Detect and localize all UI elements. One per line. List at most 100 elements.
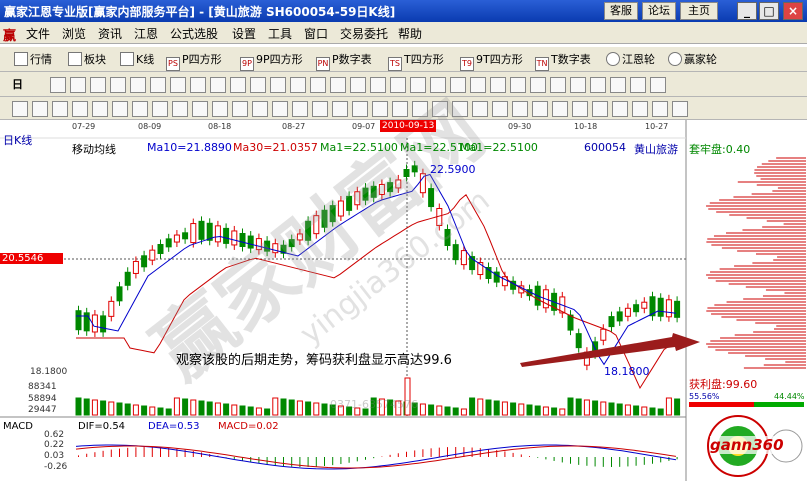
line-tool-icon[interactable] xyxy=(532,101,548,117)
tool-t-square[interactable]: TS T四方形 xyxy=(388,51,444,71)
t9-icon: T9 xyxy=(460,57,474,71)
drawing-tool-icon[interactable] xyxy=(350,77,366,93)
volume-bar xyxy=(239,405,246,416)
drawing-tool-icon[interactable] xyxy=(450,77,466,93)
drawing-tool-icon[interactable] xyxy=(290,77,306,93)
minimize-button[interactable]: _ xyxy=(737,2,757,20)
line-tool-icon[interactable] xyxy=(612,101,628,117)
maximize-button[interactable]: □ xyxy=(759,2,779,20)
drawing-tool-icon[interactable] xyxy=(210,77,226,93)
tool-9p-square[interactable]: 9P 9P四方形 xyxy=(240,51,303,71)
volume-bar xyxy=(493,400,500,416)
menu-help[interactable]: 帮助 xyxy=(398,25,422,42)
chart-area[interactable]: 赢家财富网 yingjia360.com 07-29 08-09 08-18 0… xyxy=(0,86,807,481)
line-tool-icon[interactable] xyxy=(552,101,568,117)
line-tool-icon[interactable] xyxy=(272,101,288,117)
line-tool-icon[interactable] xyxy=(92,101,108,117)
line-tool-icon[interactable] xyxy=(292,101,308,117)
line-tool-icon[interactable] xyxy=(512,101,528,117)
line-tool-icon[interactable] xyxy=(32,101,48,117)
drawing-tool-icon[interactable] xyxy=(150,77,166,93)
line-tool-icon[interactable] xyxy=(12,101,28,117)
drawing-tool-icon[interactable] xyxy=(530,77,546,93)
menu-gann[interactable]: 江恩 xyxy=(134,25,158,42)
drawing-tool-icon[interactable] xyxy=(130,77,146,93)
line-tool-icon[interactable] xyxy=(332,101,348,117)
tool-p-square[interactable]: PS P四方形 xyxy=(166,51,222,71)
tool-p-table[interactable]: PN P数字表 xyxy=(316,51,372,71)
tool-quotes[interactable]: 行情 xyxy=(14,51,52,68)
tool-t-table[interactable]: TN T数字表 xyxy=(535,51,591,71)
homepage-button[interactable]: 主页 xyxy=(680,2,718,20)
line-tool-icon[interactable] xyxy=(632,101,648,117)
drawing-tool-icon[interactable] xyxy=(250,77,266,93)
line-tool-icon[interactable] xyxy=(492,101,508,117)
line-tool-icon[interactable] xyxy=(312,101,328,117)
menu-file[interactable]: 文件 xyxy=(26,25,50,42)
line-tool-icon[interactable] xyxy=(172,101,188,117)
line-tool-icon[interactable] xyxy=(672,101,688,117)
volume-bar xyxy=(100,400,107,416)
tool-sector[interactable]: 板块 xyxy=(68,51,106,68)
tool-gann-wheel[interactable]: 江恩轮 xyxy=(606,51,655,68)
tool-kline[interactable]: K线 xyxy=(120,51,154,68)
line-tool-icon[interactable] xyxy=(52,101,68,117)
service-button[interactable]: 客服 xyxy=(604,2,638,20)
drawing-tool-icon[interactable] xyxy=(190,77,206,93)
line-tool-icon[interactable] xyxy=(592,101,608,117)
period-day-button[interactable]: 日 xyxy=(12,76,23,93)
drawing-tool-icon[interactable] xyxy=(630,77,646,93)
drawing-tool-icon[interactable] xyxy=(70,77,86,93)
drawing-tool-icon[interactable] xyxy=(90,77,106,93)
close-button[interactable]: × xyxy=(783,2,803,20)
drawing-tool-icon[interactable] xyxy=(610,77,626,93)
line-tool-icon[interactable] xyxy=(572,101,588,117)
line-tool-icon[interactable] xyxy=(132,101,148,117)
drawing-tool-icon[interactable] xyxy=(390,77,406,93)
line-tool-icon[interactable] xyxy=(232,101,248,117)
drawing-tool-icon[interactable] xyxy=(170,77,186,93)
line-tool-icon[interactable] xyxy=(652,101,668,117)
line-tool-icon[interactable] xyxy=(112,101,128,117)
menu-settings[interactable]: 设置 xyxy=(232,25,256,42)
drawing-tool-icon[interactable] xyxy=(330,77,346,93)
drawing-tool-icon[interactable] xyxy=(470,77,486,93)
line-tool-icon[interactable] xyxy=(192,101,208,117)
line-tool-icon[interactable] xyxy=(212,101,228,117)
drawing-tool-icon[interactable] xyxy=(650,77,666,93)
sector-icon xyxy=(68,52,82,66)
tool-9t-square[interactable]: T9 9T四方形 xyxy=(460,51,523,71)
grid-icon xyxy=(14,52,28,66)
candle xyxy=(75,310,82,331)
line-tool-icon[interactable] xyxy=(152,101,168,117)
drawing-tool-icon[interactable] xyxy=(510,77,526,93)
drawing-tool-icon[interactable] xyxy=(50,77,66,93)
menu-browse[interactable]: 浏览 xyxy=(62,25,86,42)
menu-tools[interactable]: 工具 xyxy=(268,25,292,42)
volume-bar xyxy=(485,399,492,416)
tool-winner-wheel[interactable]: 赢家轮 xyxy=(668,51,717,68)
drawing-tool-icon[interactable] xyxy=(550,77,566,93)
candle xyxy=(132,260,139,274)
line-tool-icon[interactable] xyxy=(472,101,488,117)
line-tool-icon[interactable] xyxy=(252,101,268,117)
volume-bar xyxy=(91,399,98,416)
forum-button[interactable]: 论坛 xyxy=(642,2,676,20)
volume-bar xyxy=(83,398,90,416)
menu-news[interactable]: 资讯 xyxy=(98,25,122,42)
volume-tick: 29447 xyxy=(28,405,57,415)
drawing-tool-icon[interactable] xyxy=(570,77,586,93)
line-tool-icon[interactable] xyxy=(352,101,368,117)
line-tool-icon[interactable] xyxy=(72,101,88,117)
drawing-tool-icon[interactable] xyxy=(310,77,326,93)
drawing-tool-icon[interactable] xyxy=(590,77,606,93)
menu-trade[interactable]: 交易委托 xyxy=(340,25,388,42)
drawing-tool-icon[interactable] xyxy=(110,77,126,93)
drawing-tool-icon[interactable] xyxy=(370,77,386,93)
drawing-tool-icon[interactable] xyxy=(490,77,506,93)
volume-bar xyxy=(190,399,197,416)
drawing-tool-icon[interactable] xyxy=(270,77,286,93)
menu-formula[interactable]: 公式选股 xyxy=(170,25,218,42)
drawing-tool-icon[interactable] xyxy=(230,77,246,93)
menu-window[interactable]: 窗口 xyxy=(304,25,328,42)
